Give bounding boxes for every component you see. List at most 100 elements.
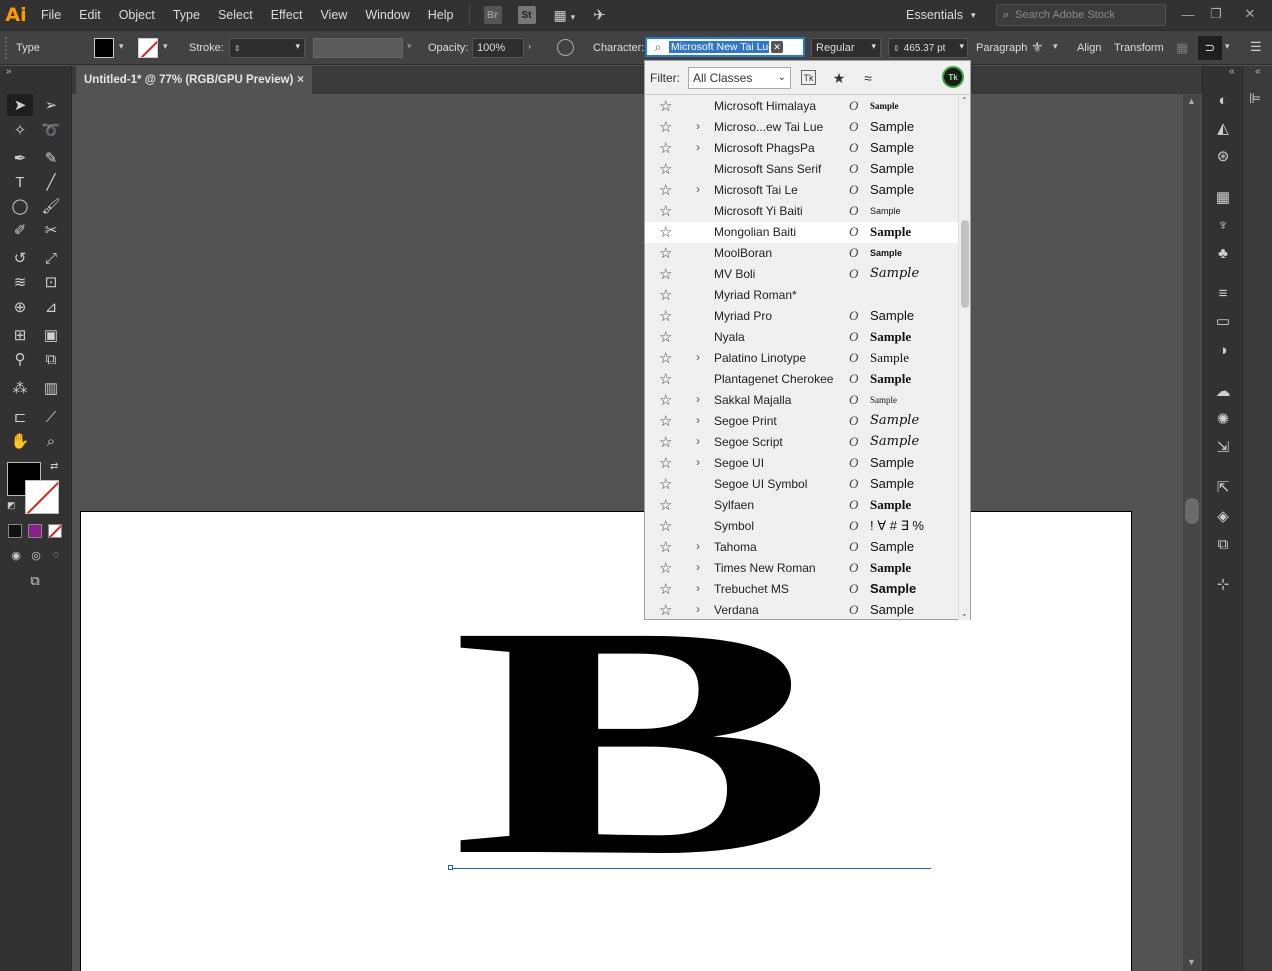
paragraph-link[interactable]: Paragraph xyxy=(976,42,1027,54)
stroke-color-swatch[interactable] xyxy=(25,480,59,514)
stock-button[interactable]: St xyxy=(517,6,536,24)
paintbrush-tool-icon[interactable]: 🖌 xyxy=(38,195,64,217)
font-list-item[interactable]: ☆ Microsoft Sans Serif O Sample xyxy=(645,159,958,180)
stroke-weight-input[interactable]: ⇕ ▾ xyxy=(229,38,305,58)
font-list-item[interactable]: ☆ Myriad Roman* xyxy=(645,285,958,306)
stroke-panel-icon[interactable]: ≡ xyxy=(1213,283,1233,303)
favorite-star-icon[interactable]: ☆ xyxy=(659,580,672,598)
favorite-star-icon[interactable]: ☆ xyxy=(659,223,672,241)
favorite-star-icon[interactable]: ☆ xyxy=(659,97,672,115)
recolor-artwork-icon[interactable] xyxy=(557,39,574,56)
favorite-star-icon[interactable]: ☆ xyxy=(659,244,672,262)
line-segment-tool-icon[interactable]: ╱ xyxy=(38,171,64,193)
fill-swatch[interactable] xyxy=(94,38,114,58)
toolbar-collapse-icon[interactable]: » xyxy=(6,66,12,77)
workspace-switcher[interactable]: Essentials ▾ xyxy=(898,0,976,30)
favorite-star-icon[interactable]: ☆ xyxy=(659,601,672,619)
artboard-tool-icon[interactable]: ⊏ xyxy=(7,406,33,428)
font-list-item[interactable]: ☆ › Segoe Print O Sample xyxy=(645,411,958,432)
menu-object[interactable]: Object xyxy=(110,0,164,30)
expand-family-chevron-icon[interactable]: › xyxy=(696,182,700,196)
hand-tool-icon[interactable]: ✋ xyxy=(7,430,33,452)
fill-dropdown-icon[interactable]: ▾ xyxy=(119,41,124,52)
slice-tool-icon[interactable]: ⟋ xyxy=(38,406,64,428)
favorite-star-icon[interactable]: ☆ xyxy=(659,496,672,514)
menu-file[interactable]: File xyxy=(32,0,70,30)
expand-family-chevron-icon[interactable]: › xyxy=(696,350,700,364)
font-list-item[interactable]: ☆ › Sakkal Majalla O Sample xyxy=(645,390,958,411)
profile-dropdown-icon[interactable]: ▾ xyxy=(407,41,412,52)
lasso-tool-icon[interactable]: ➰ xyxy=(38,119,64,141)
favorite-star-icon[interactable]: ☆ xyxy=(659,118,672,136)
font-list-item[interactable]: ☆ Myriad Pro O Sample xyxy=(645,306,958,327)
text-options-icon[interactable]: ⊃ xyxy=(1198,36,1222,60)
opacity-expand-icon[interactable]: › xyxy=(528,41,531,51)
symbols-panel-icon[interactable]: ♣ xyxy=(1213,243,1233,263)
variable-width-profile[interactable] xyxy=(313,38,403,58)
font-list-item[interactable]: ☆ Plantagenet Cherokee O Sample xyxy=(645,369,958,390)
expand-family-chevron-icon[interactable]: › xyxy=(696,539,700,553)
free-transform-tool-icon[interactable]: ⊡ xyxy=(38,271,64,293)
font-family-search-input[interactable]: ⌕ Microsoft New Tai Lue ✕ xyxy=(645,37,805,57)
swap-colors-icon[interactable]: ⇄ xyxy=(50,461,58,472)
perspective-grid-tool-icon[interactable]: ⊿ xyxy=(38,296,64,318)
arrange-documents-icon[interactable]: ▦ ▾ xyxy=(554,7,576,24)
minimize-button[interactable]: — xyxy=(1174,0,1202,28)
gradient-panel-icon[interactable]: ▭ xyxy=(1213,311,1233,331)
font-list-item[interactable]: ☆ › Palatino Linotype O Sample xyxy=(645,348,958,369)
swatches-panel-icon[interactable]: ▦ xyxy=(1213,187,1233,207)
default-colors-icon[interactable]: ◩ xyxy=(7,500,16,511)
font-size-input[interactable]: ⇕ 465.37 pt ▾ xyxy=(888,38,968,58)
graphic-styles-icon[interactable]: ✺ xyxy=(1213,409,1233,429)
glyph-dropdown-icon[interactable]: ▾ xyxy=(1053,41,1058,52)
font-list-item[interactable]: ☆ › Segoe UI O Sample xyxy=(645,453,958,474)
favorite-star-icon[interactable]: ☆ xyxy=(659,328,672,346)
similar-fonts-icon[interactable]: ≈ xyxy=(859,69,877,87)
clear-search-icon[interactable]: ✕ xyxy=(771,41,783,53)
font-list-scrollbar[interactable]: ⌃ ⌄ xyxy=(958,96,970,620)
font-list-item[interactable]: ☆ › Microso...ew Tai Lue O Sample xyxy=(645,117,958,138)
none-mode-button[interactable] xyxy=(48,524,62,538)
scissors-tool-icon[interactable]: ✂ xyxy=(38,219,64,241)
expand-family-chevron-icon[interactable]: › xyxy=(696,434,700,448)
bridge-button[interactable]: Br xyxy=(483,6,502,24)
font-list-item[interactable]: ☆ Microsoft Yi Baiti O Sample xyxy=(645,201,958,222)
gradient-mode-button[interactable] xyxy=(28,524,42,538)
color-panel-icon[interactable]: ◐ xyxy=(1213,90,1233,110)
layers-panel-icon[interactable]: ◈ xyxy=(1213,506,1233,526)
expand-family-chevron-icon[interactable]: › xyxy=(696,602,700,616)
artboard[interactable]: B xyxy=(80,511,1132,971)
stroke-dropdown-icon[interactable]: ▾ xyxy=(163,41,168,52)
gradient-tool-icon[interactable]: ▣ xyxy=(38,324,64,346)
gpu-performance-icon[interactable]: ✈ xyxy=(593,6,606,24)
scroll-down-icon[interactable]: ⌄ xyxy=(961,609,968,618)
color-mode-button[interactable] xyxy=(8,524,22,538)
font-list-item[interactable]: ☆ › Verdana O Sample xyxy=(645,600,958,620)
font-style-select[interactable]: Regular ▾ xyxy=(811,38,881,58)
expand-family-chevron-icon[interactable]: › xyxy=(696,413,700,427)
appearance-panel-icon[interactable]: ⊛ xyxy=(1213,146,1233,166)
type-tool-icon[interactable]: T xyxy=(7,171,33,193)
stroke-swatch[interactable] xyxy=(138,38,158,58)
font-list-item[interactable]: ☆ Segoe UI Symbol O Sample xyxy=(645,474,958,495)
font-class-filter-select[interactable]: All Classes ⌄ xyxy=(688,67,791,89)
transparency-panel-icon[interactable]: ◑ xyxy=(1213,340,1233,360)
scroll-up-icon[interactable]: ⌃ xyxy=(961,96,968,105)
eyedropper-tool-icon[interactable]: ⚲ xyxy=(7,348,33,370)
add-fonts-from-typekit-button[interactable]: Tk xyxy=(942,66,964,88)
panel-menu-icon[interactable]: ☰ xyxy=(1250,39,1262,55)
options-dropdown-icon[interactable]: ▾ xyxy=(1225,41,1230,52)
artboards-panel-icon[interactable]: ⧉ xyxy=(1213,534,1233,554)
favorite-star-icon[interactable]: ☆ xyxy=(659,454,672,472)
symbol-sprayer-tool-icon[interactable]: ⁂ xyxy=(7,377,33,399)
canvas-area[interactable]: B xyxy=(73,94,1183,971)
dock-collapse-icon[interactable]: « xyxy=(1229,66,1235,77)
screen-mode-icon[interactable]: ⧉ xyxy=(22,570,48,592)
favorite-star-icon[interactable]: ☆ xyxy=(659,559,672,577)
canvas-vertical-scrollbar[interactable]: ▲ ▼ xyxy=(1183,94,1201,971)
favorite-star-icon[interactable]: ☆ xyxy=(659,349,672,367)
mesh-tool-icon[interactable]: ⊞ xyxy=(7,324,33,346)
font-list-item[interactable]: ☆ › Trebuchet MS O Sample xyxy=(645,579,958,600)
close-document-icon[interactable]: × xyxy=(297,72,304,86)
font-list-item[interactable]: ☆ › Tahoma O Sample xyxy=(645,537,958,558)
